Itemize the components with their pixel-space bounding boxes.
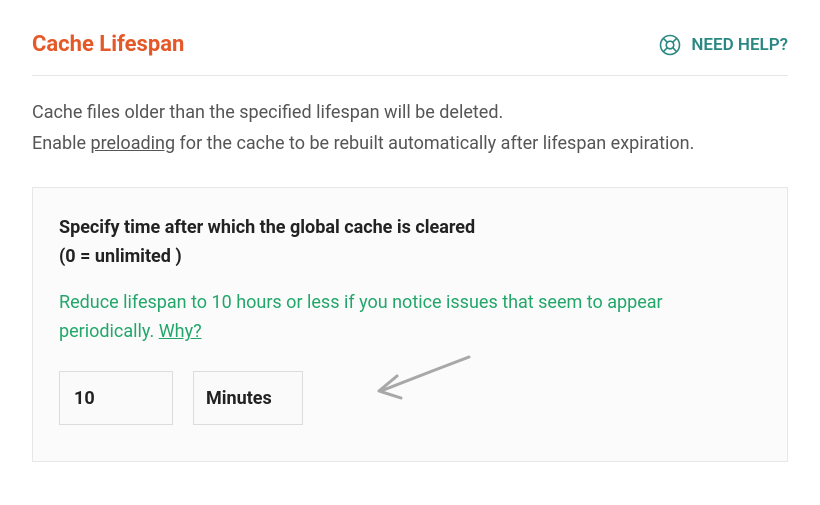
lifespan-value-input[interactable] [59,371,173,425]
settings-label-line2: (0 = unlimited ) [59,246,182,267]
why-link[interactable]: Why? [159,321,202,342]
settings-hint: Reduce lifespan to 10 hours or less if y… [59,288,761,347]
arrow-annotation-icon [369,349,479,418]
preloading-link[interactable]: preloading [90,133,175,154]
settings-label-line1: Specify time after which the global cach… [59,217,475,238]
help-icon [659,34,681,56]
need-help-label: NEED HELP? [691,35,788,55]
controls-row: Minutes [59,371,761,425]
lifespan-unit-select[interactable]: Minutes [193,371,303,425]
description-line2-suffix: for the cache to be rebuilt automaticall… [175,133,694,154]
description-line2-prefix: Enable [32,133,90,154]
need-help-link[interactable]: NEED HELP? [659,34,788,56]
section-header: Cache Lifespan NEED HELP? [32,32,788,76]
lifespan-unit-label: Minutes [206,388,272,409]
section-description: Cache files older than the specified lif… [32,98,788,159]
description-line1: Cache files older than the specified lif… [32,102,503,123]
section-title: Cache Lifespan [32,32,184,57]
settings-panel: Specify time after which the global cach… [32,187,788,462]
settings-hint-text: Reduce lifespan to 10 hours or less if y… [59,292,663,343]
settings-label: Specify time after which the global cach… [59,214,761,272]
